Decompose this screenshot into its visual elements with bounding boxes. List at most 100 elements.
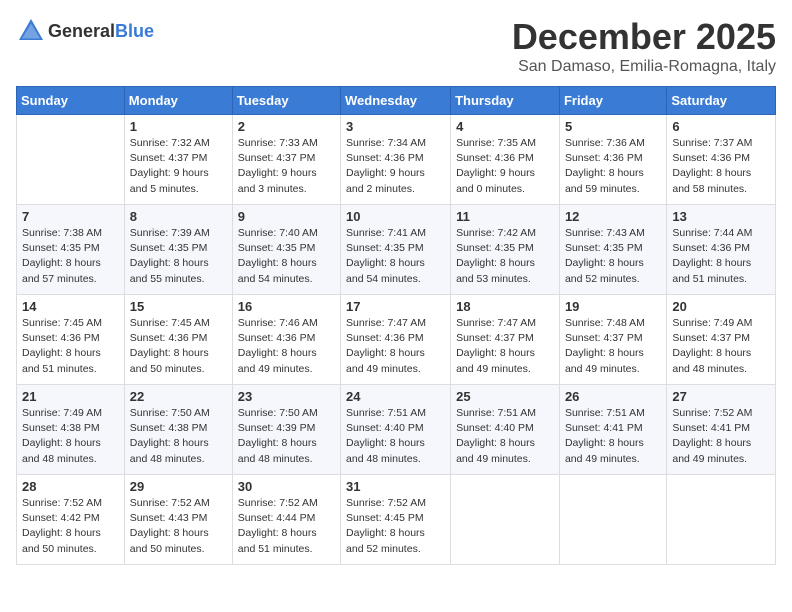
daylight-text: Daylight: 8 hours and 55 minutes. [130,257,209,284]
day-number: 28 [22,479,119,494]
sunrise-text: Sunrise: 7:46 AM [238,317,318,329]
sunset-text: Sunset: 4:39 PM [238,422,316,434]
sunrise-text: Sunrise: 7:38 AM [22,227,102,239]
calendar-cell: 7 Sunrise: 7:38 AM Sunset: 4:35 PM Dayli… [17,205,125,295]
day-number: 14 [22,299,119,314]
sunrise-text: Sunrise: 7:52 AM [346,497,426,509]
calendar-cell: 23 Sunrise: 7:50 AM Sunset: 4:39 PM Dayl… [232,385,340,475]
sunset-text: Sunset: 4:36 PM [238,332,316,344]
calendar-cell: 28 Sunrise: 7:52 AM Sunset: 4:42 PM Dayl… [17,475,125,565]
day-number: 20 [672,299,770,314]
sunset-text: Sunset: 4:36 PM [130,332,208,344]
day-number: 7 [22,209,119,224]
daylight-text: Daylight: 9 hours and 5 minutes. [130,167,209,194]
calendar-week-row: 28 Sunrise: 7:52 AM Sunset: 4:42 PM Dayl… [17,475,776,565]
sunset-text: Sunset: 4:35 PM [346,242,424,254]
calendar-cell: 25 Sunrise: 7:51 AM Sunset: 4:40 PM Dayl… [451,385,560,475]
sunrise-text: Sunrise: 7:32 AM [130,137,210,149]
day-info: Sunrise: 7:38 AM Sunset: 4:35 PM Dayligh… [22,226,119,287]
day-info: Sunrise: 7:47 AM Sunset: 4:37 PM Dayligh… [456,316,554,377]
sunset-text: Sunset: 4:42 PM [22,512,100,524]
day-number: 26 [565,389,661,404]
day-number: 13 [672,209,770,224]
day-info: Sunrise: 7:33 AM Sunset: 4:37 PM Dayligh… [238,136,335,197]
sunrise-text: Sunrise: 7:52 AM [238,497,318,509]
daylight-text: Daylight: 8 hours and 48 minutes. [346,437,425,464]
day-info: Sunrise: 7:50 AM Sunset: 4:38 PM Dayligh… [130,406,227,467]
calendar-cell: 14 Sunrise: 7:45 AM Sunset: 4:36 PM Dayl… [17,295,125,385]
page-header: GeneralBlue December 2025 San Damaso, Em… [16,16,776,76]
sunrise-text: Sunrise: 7:41 AM [346,227,426,239]
calendar-cell: 1 Sunrise: 7:32 AM Sunset: 4:37 PM Dayli… [124,115,232,205]
daylight-text: Daylight: 8 hours and 48 minutes. [238,437,317,464]
day-number: 9 [238,209,335,224]
sunset-text: Sunset: 4:36 PM [672,152,750,164]
daylight-text: Daylight: 8 hours and 48 minutes. [672,347,751,374]
weekday-header-thursday: Thursday [451,87,560,115]
calendar-cell: 20 Sunrise: 7:49 AM Sunset: 4:37 PM Dayl… [667,295,776,385]
daylight-text: Daylight: 8 hours and 49 minutes. [456,347,535,374]
day-info: Sunrise: 7:42 AM Sunset: 4:35 PM Dayligh… [456,226,554,287]
day-number: 30 [238,479,335,494]
calendar-cell: 3 Sunrise: 7:34 AM Sunset: 4:36 PM Dayli… [341,115,451,205]
day-info: Sunrise: 7:41 AM Sunset: 4:35 PM Dayligh… [346,226,445,287]
sunset-text: Sunset: 4:43 PM [130,512,208,524]
day-info: Sunrise: 7:34 AM Sunset: 4:36 PM Dayligh… [346,136,445,197]
calendar-cell [559,475,666,565]
day-info: Sunrise: 7:49 AM Sunset: 4:38 PM Dayligh… [22,406,119,467]
daylight-text: Daylight: 9 hours and 0 minutes. [456,167,535,194]
sunset-text: Sunset: 4:37 PM [238,152,316,164]
day-number: 25 [456,389,554,404]
month-title: December 2025 [512,16,776,58]
daylight-text: Daylight: 8 hours and 49 minutes. [238,347,317,374]
calendar-cell: 17 Sunrise: 7:47 AM Sunset: 4:36 PM Dayl… [341,295,451,385]
day-number: 27 [672,389,770,404]
daylight-text: Daylight: 8 hours and 54 minutes. [346,257,425,284]
calendar-cell [17,115,125,205]
sunrise-text: Sunrise: 7:33 AM [238,137,318,149]
day-number: 11 [456,209,554,224]
daylight-text: Daylight: 8 hours and 51 minutes. [672,257,751,284]
day-number: 6 [672,119,770,134]
day-info: Sunrise: 7:40 AM Sunset: 4:35 PM Dayligh… [238,226,335,287]
calendar-cell: 9 Sunrise: 7:40 AM Sunset: 4:35 PM Dayli… [232,205,340,295]
calendar-cell: 18 Sunrise: 7:47 AM Sunset: 4:37 PM Dayl… [451,295,560,385]
day-info: Sunrise: 7:45 AM Sunset: 4:36 PM Dayligh… [130,316,227,377]
sunset-text: Sunset: 4:41 PM [672,422,750,434]
day-info: Sunrise: 7:32 AM Sunset: 4:37 PM Dayligh… [130,136,227,197]
daylight-text: Daylight: 8 hours and 49 minutes. [346,347,425,374]
calendar-cell: 21 Sunrise: 7:49 AM Sunset: 4:38 PM Dayl… [17,385,125,475]
calendar-cell [451,475,560,565]
calendar-cell: 26 Sunrise: 7:51 AM Sunset: 4:41 PM Dayl… [559,385,666,475]
day-info: Sunrise: 7:37 AM Sunset: 4:36 PM Dayligh… [672,136,770,197]
sunrise-text: Sunrise: 7:51 AM [565,407,645,419]
day-number: 17 [346,299,445,314]
day-number: 23 [238,389,335,404]
calendar-cell: 31 Sunrise: 7:52 AM Sunset: 4:45 PM Dayl… [341,475,451,565]
calendar-table: SundayMondayTuesdayWednesdayThursdayFrid… [16,86,776,565]
sunrise-text: Sunrise: 7:52 AM [22,497,102,509]
sunrise-text: Sunrise: 7:51 AM [346,407,426,419]
sunrise-text: Sunrise: 7:34 AM [346,137,426,149]
day-info: Sunrise: 7:44 AM Sunset: 4:36 PM Dayligh… [672,226,770,287]
sunset-text: Sunset: 4:37 PM [456,332,534,344]
sunset-text: Sunset: 4:38 PM [22,422,100,434]
sunrise-text: Sunrise: 7:50 AM [130,407,210,419]
daylight-text: Daylight: 8 hours and 51 minutes. [238,527,317,554]
day-info: Sunrise: 7:52 AM Sunset: 4:45 PM Dayligh… [346,496,445,557]
calendar-cell: 13 Sunrise: 7:44 AM Sunset: 4:36 PM Dayl… [667,205,776,295]
weekday-header-friday: Friday [559,87,666,115]
day-info: Sunrise: 7:51 AM Sunset: 4:40 PM Dayligh… [346,406,445,467]
sunrise-text: Sunrise: 7:36 AM [565,137,645,149]
sunrise-text: Sunrise: 7:37 AM [672,137,752,149]
calendar-cell: 29 Sunrise: 7:52 AM Sunset: 4:43 PM Dayl… [124,475,232,565]
daylight-text: Daylight: 8 hours and 49 minutes. [456,437,535,464]
calendar-cell: 27 Sunrise: 7:52 AM Sunset: 4:41 PM Dayl… [667,385,776,475]
daylight-text: Daylight: 8 hours and 59 minutes. [565,167,644,194]
sunrise-text: Sunrise: 7:52 AM [130,497,210,509]
weekday-header-row: SundayMondayTuesdayWednesdayThursdayFrid… [17,87,776,115]
calendar-cell: 30 Sunrise: 7:52 AM Sunset: 4:44 PM Dayl… [232,475,340,565]
daylight-text: Daylight: 8 hours and 57 minutes. [22,257,101,284]
daylight-text: Daylight: 8 hours and 49 minutes. [672,437,751,464]
day-info: Sunrise: 7:52 AM Sunset: 4:43 PM Dayligh… [130,496,227,557]
